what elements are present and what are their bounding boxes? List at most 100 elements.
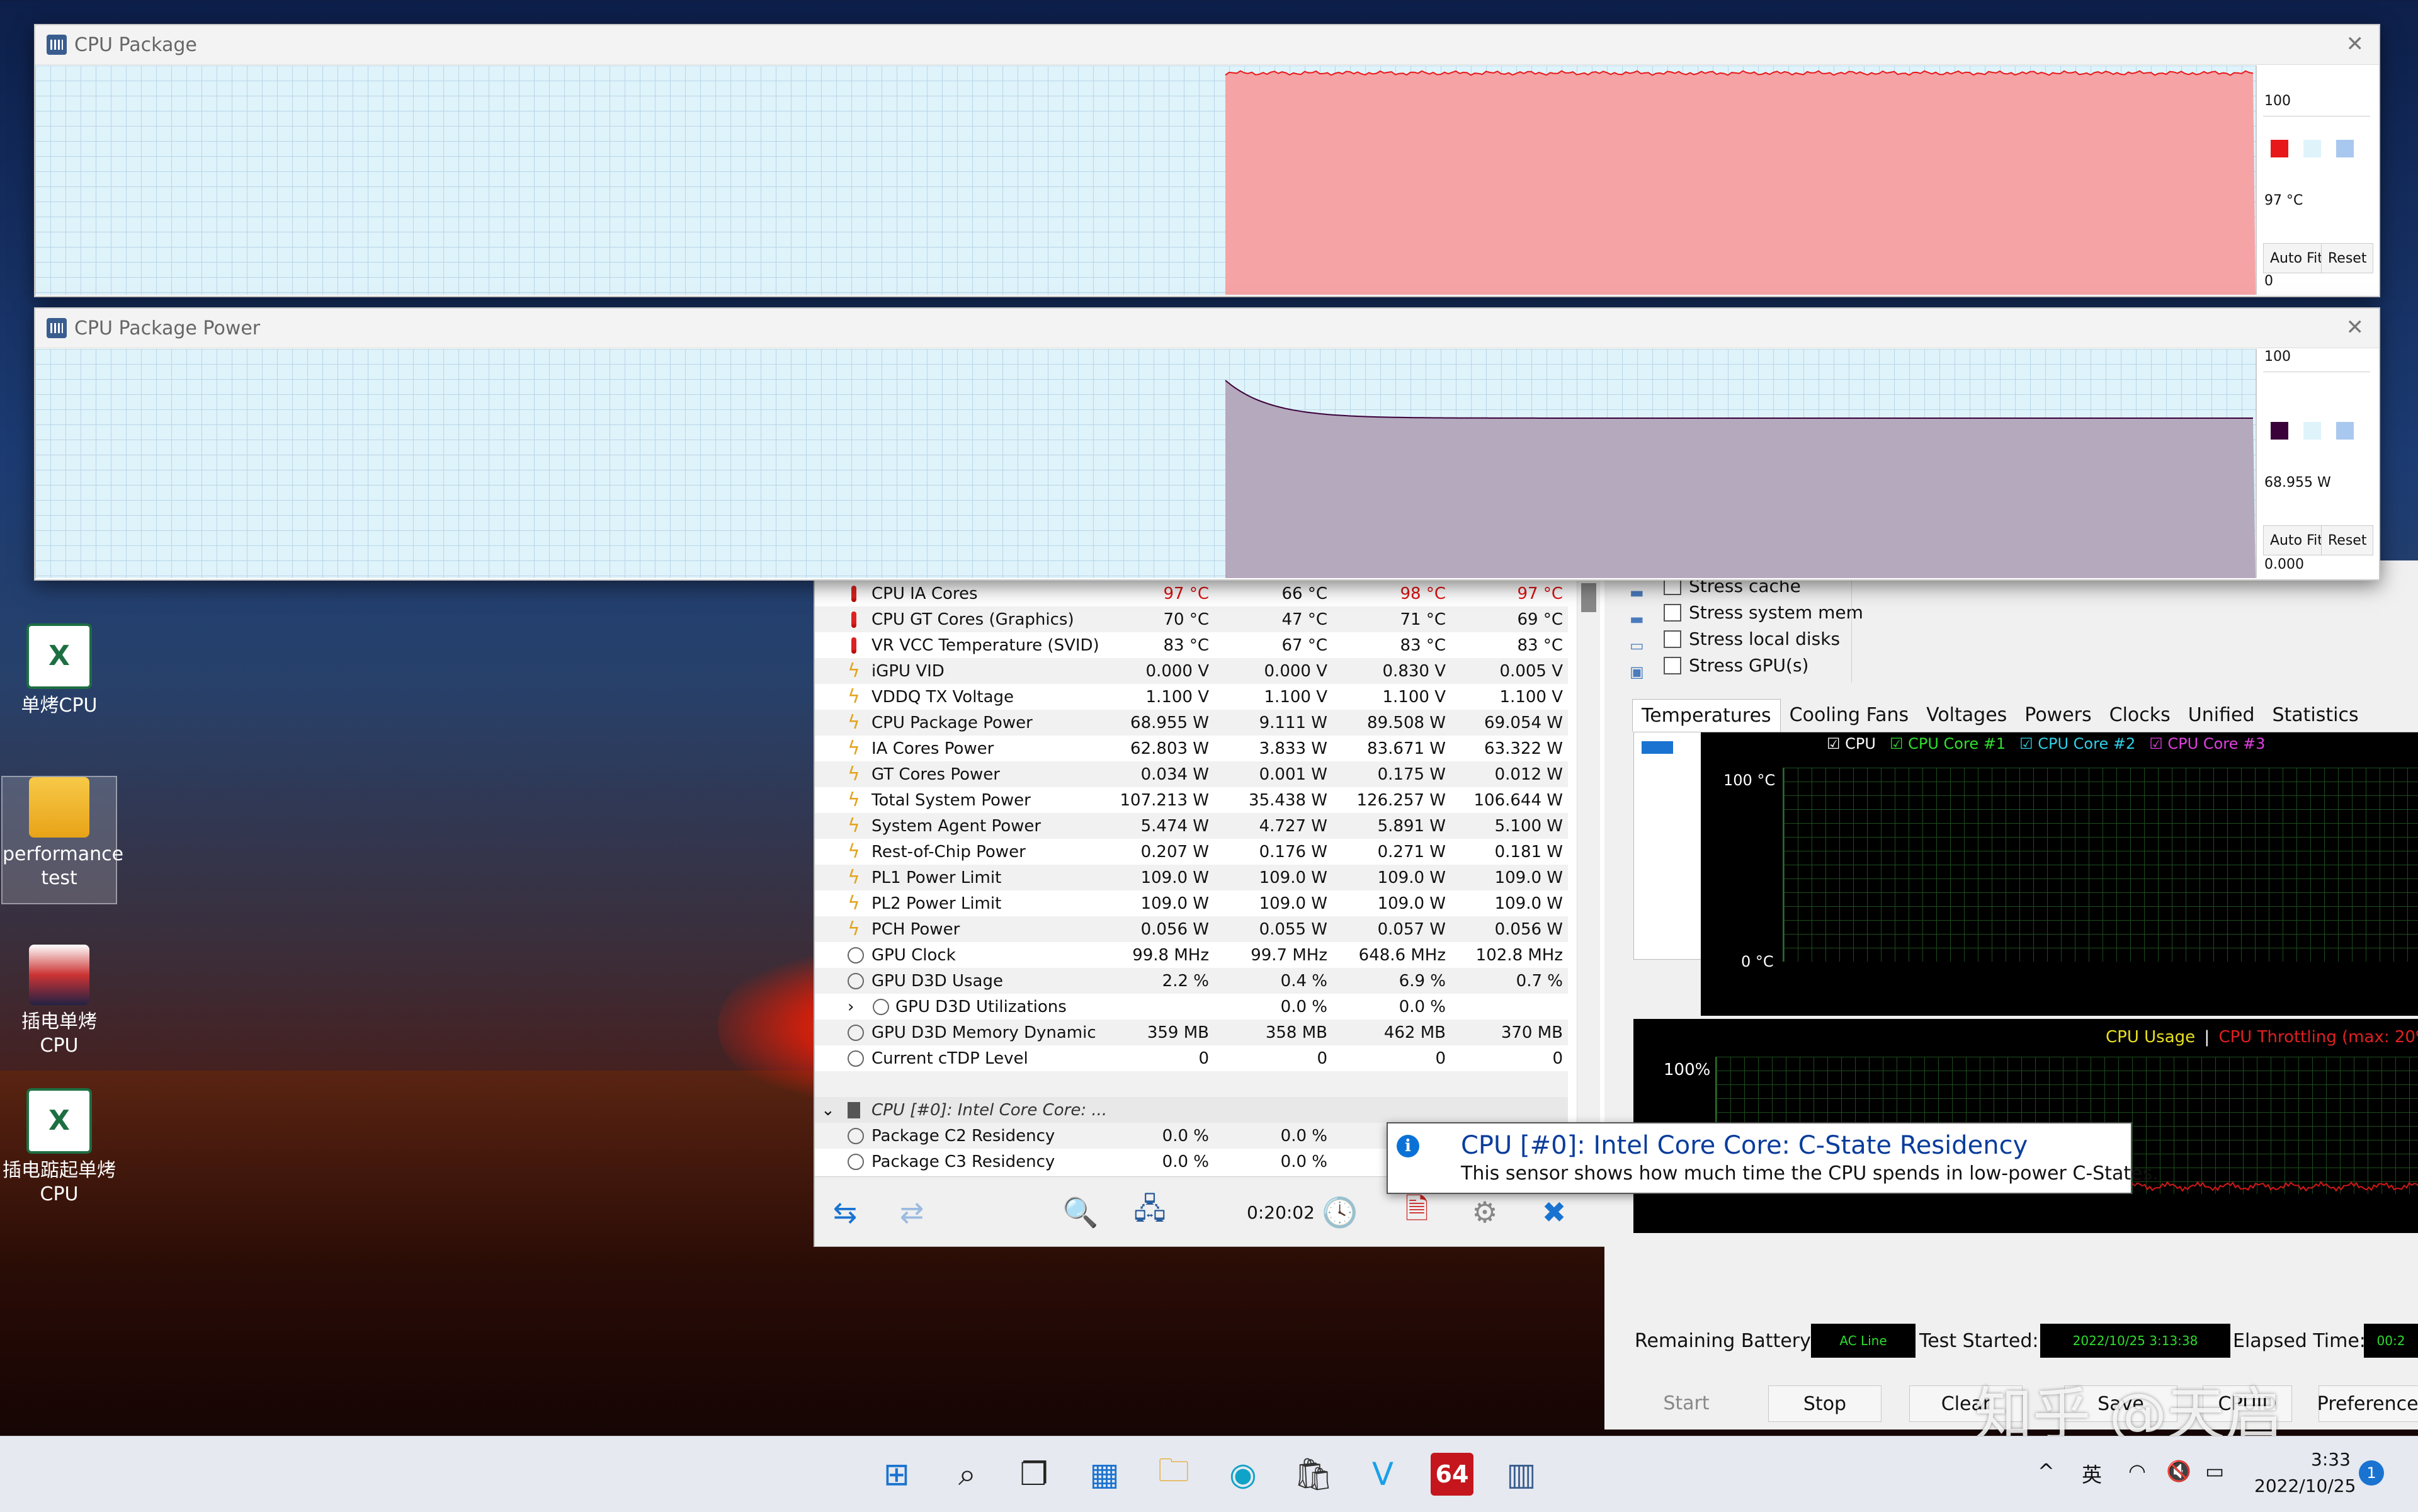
sensor-row[interactable]: ϟ PL1 Power Limit 109.0 W 109.0 W 109.0 W 109…: [815, 865, 1568, 890]
sensor-search-icon[interactable]: 🔍: [1059, 1191, 1102, 1234]
expand-chevron-icon[interactable]: ›: [848, 998, 854, 1016]
tab-unified[interactable]: Unified: [2179, 699, 2264, 732]
sensor-name: System Agent Power: [871, 816, 1042, 836]
sensor-row[interactable]: ϟ System Agent Power 5.474 W 4.727 W 5.891 W…: [815, 813, 1568, 839]
sensor-row[interactable]: ϟ VDDQ TX Voltage 1.100 V 1.100 V 1.100 V 1.1…: [815, 684, 1568, 710]
image-file-icon: [29, 945, 89, 1005]
aida64-icon[interactable]: 64: [1431, 1453, 1473, 1496]
start-button[interactable]: Start: [1630, 1385, 1743, 1421]
preferences-button[interactable]: Preferences: [2317, 1385, 2418, 1422]
sensor-row[interactable]: ϟ Total System Power 107.213 W 35.438 W 126.…: [815, 787, 1568, 813]
sensor-value: 0.0 %: [1280, 997, 1327, 1016]
close-icon[interactable]: ✕: [2346, 31, 2364, 57]
desktop-icon-screenshot[interactable]: 插电单烤CPU: [3, 945, 116, 1058]
clock-time[interactable]: 3:33: [2311, 1449, 2351, 1470]
wifi-icon[interactable]: ◠: [2128, 1459, 2146, 1483]
tab-statistics[interactable]: Statistics: [2263, 699, 2367, 732]
battery-icon[interactable]: ▭: [2205, 1459, 2224, 1483]
sensor-row[interactable]: Current cTDP Level 0 0 0 0: [815, 1045, 1568, 1071]
reset-log-icon[interactable]: 🗎: [1395, 1191, 1438, 1234]
store-icon[interactable]: 🛍: [1292, 1453, 1335, 1496]
network-icon[interactable]: 🖧: [1128, 1191, 1171, 1234]
hwinfo-icon[interactable]: ▥: [1500, 1453, 1543, 1496]
file-explorer-icon[interactable]: 🗀: [1152, 1452, 1195, 1496]
sensor-row[interactable]: › GPU D3D Utilizations 0.0 % 0.0 %: [815, 994, 1568, 1020]
search-icon[interactable]: ⌕: [946, 1453, 989, 1496]
clock-date[interactable]: 2022/10/25: [2254, 1475, 2356, 1496]
stop-button[interactable]: Stop: [1768, 1385, 1882, 1422]
bg-color-swatch[interactable]: [2302, 139, 2322, 159]
tab-voltages[interactable]: Voltages: [1917, 699, 2016, 732]
sensor-row[interactable]: CPU IA Cores 97 °C 66 °C 98 °C 97 °C: [815, 581, 1568, 606]
input-language[interactable]: 英: [2082, 1459, 2102, 1488]
app-v-icon[interactable]: V: [1361, 1453, 1404, 1496]
reset-button[interactable]: Reset: [2321, 525, 2374, 555]
sensor-row[interactable]: GPU D3D Memory Dynamic 359 MB 358 MB 462 MB…: [815, 1020, 1568, 1045]
stress-disks-checkbox[interactable]: Stress local disks: [1664, 628, 1840, 649]
grid-color-swatch[interactable]: [2335, 421, 2355, 441]
sensor-row[interactable]: GPU Clock 99.8 MHz 99.7 MHz 648.6 MHz 102.8 …: [815, 942, 1568, 968]
sensor-row[interactable]: ϟ Rest-of-Chip Power 0.207 W 0.176 W 0.271 W…: [815, 839, 1568, 865]
desktop-icon-excel-2[interactable]: X 插电踮起单烤 CPU: [3, 1088, 116, 1207]
desktop-icon-folder[interactable]: performance test: [1, 776, 123, 904]
sensor-value: 0.0 %: [1280, 1126, 1327, 1145]
line-color-swatch[interactable]: [2269, 139, 2290, 159]
widgets-icon[interactable]: ▦: [1083, 1453, 1126, 1496]
stress-gpu-checkbox[interactable]: Stress GPU(s): [1664, 655, 1808, 676]
sensor-row[interactable]: GPU D3D Usage 2.2 % 0.4 % 6.9 % 0.7 %: [815, 968, 1568, 994]
temperature-scroll-indicator: [1642, 741, 1673, 754]
task-view-icon[interactable]: ❐: [1013, 1453, 1055, 1496]
legend-core2[interactable]: ☑ CPU Core #2: [2019, 735, 2135, 753]
sensor-value: 83 °C: [1517, 635, 1563, 655]
legend-core3[interactable]: ☑ CPU Core #3: [2149, 735, 2265, 753]
line-color-swatch[interactable]: [2269, 421, 2290, 441]
sensor-value: 1.100 V: [1145, 687, 1209, 707]
scrollbar-thumb[interactable]: [1581, 583, 1596, 612]
close-x-icon[interactable]: ✖: [1533, 1191, 1575, 1234]
arrows-left-right-icon[interactable]: ⇆: [824, 1191, 866, 1234]
arrows-collapse-icon[interactable]: ⇄: [890, 1191, 933, 1234]
sensor-scrollbar[interactable]: [1577, 581, 1600, 1135]
tab-temperatures[interactable]: Temperatures: [1632, 699, 1781, 732]
sensor-value: 5.474 W: [1140, 816, 1209, 836]
notification-badge[interactable]: 1: [2359, 1460, 2384, 1486]
sensor-row[interactable]: CPU GT Cores (Graphics) 70 °C 47 °C 71 °C 69…: [815, 606, 1568, 632]
edge-browser-icon[interactable]: ◉: [1222, 1453, 1264, 1496]
tab-powers[interactable]: Powers: [2016, 699, 2100, 732]
legend-core1[interactable]: ☑ CPU Core #1: [1890, 735, 2006, 753]
volume-muted-icon[interactable]: 🔇: [2166, 1459, 2191, 1483]
sensor-name: GPU D3D Usage: [871, 971, 1003, 991]
collapse-chevron-icon[interactable]: ⌄: [821, 1101, 835, 1120]
legend-cpu[interactable]: ☑ CPU: [1827, 735, 1876, 753]
sensor-row[interactable]: [815, 1071, 1568, 1097]
sensor-value: 0.001 W: [1259, 765, 1327, 784]
tray-chevron-icon[interactable]: ^: [2038, 1459, 2055, 1483]
sensor-value: 0.000 V: [1145, 661, 1209, 681]
sensor-row[interactable]: ϟ IA Cores Power 62.803 W 3.833 W 83.671 W 63…: [815, 736, 1568, 761]
sensor-row[interactable]: VR VCC Temperature (SVID) 83 °C 67 °C 83 °C…: [815, 632, 1568, 658]
sensor-name: Package C2 Residency: [871, 1126, 1055, 1145]
start-windows-icon[interactable]: ⊞: [875, 1453, 918, 1496]
sensor-value: 0: [1198, 1049, 1209, 1068]
bg-color-swatch[interactable]: [2302, 421, 2322, 441]
reset-button[interactable]: Reset: [2321, 243, 2374, 273]
sensor-value: 62.803 W: [1130, 739, 1209, 758]
tab-clocks[interactable]: Clocks: [2101, 699, 2179, 732]
grid-color-swatch[interactable]: [2335, 139, 2355, 159]
close-icon[interactable]: ✕: [2346, 315, 2364, 340]
auto-fit-button[interactable]: Auto Fit: [2263, 243, 2330, 273]
sensor-row[interactable]: ϟ GT Cores Power 0.034 W 0.001 W 0.175 W 0.01…: [815, 761, 1568, 787]
settings-gear-icon[interactable]: ⚙: [1463, 1191, 1506, 1234]
sensor-row[interactable]: ϟ PL2 Power Limit 109.0 W 109.0 W 109.0 W 109…: [815, 890, 1568, 916]
sensor-row[interactable]: ϟ CPU Package Power 68.955 W 9.111 W 89.508 …: [815, 710, 1568, 736]
clock-icon[interactable]: 🕓: [1319, 1191, 1361, 1234]
sensor-value: 0: [1435, 1049, 1446, 1068]
stress-memory-checkbox[interactable]: Stress system mem: [1664, 602, 1863, 623]
sensor-row[interactable]: ϟ PCH Power 0.056 W 0.055 W 0.057 W 0.056 W: [815, 916, 1568, 942]
sensor-value: 126.257 W: [1356, 790, 1446, 810]
sensor-group-header[interactable]: ⌄ CPU [#0]: Intel Core Core: ...: [815, 1097, 1568, 1123]
tab-cooling-fans[interactable]: Cooling Fans: [1781, 699, 1917, 732]
sensor-row[interactable]: ϟ iGPU VID 0.000 V 0.000 V 0.830 V 0.005 V: [815, 658, 1568, 684]
auto-fit-button[interactable]: Auto Fit: [2263, 525, 2330, 555]
desktop-icon-excel-1[interactable]: X 单烤CPU: [3, 623, 116, 718]
